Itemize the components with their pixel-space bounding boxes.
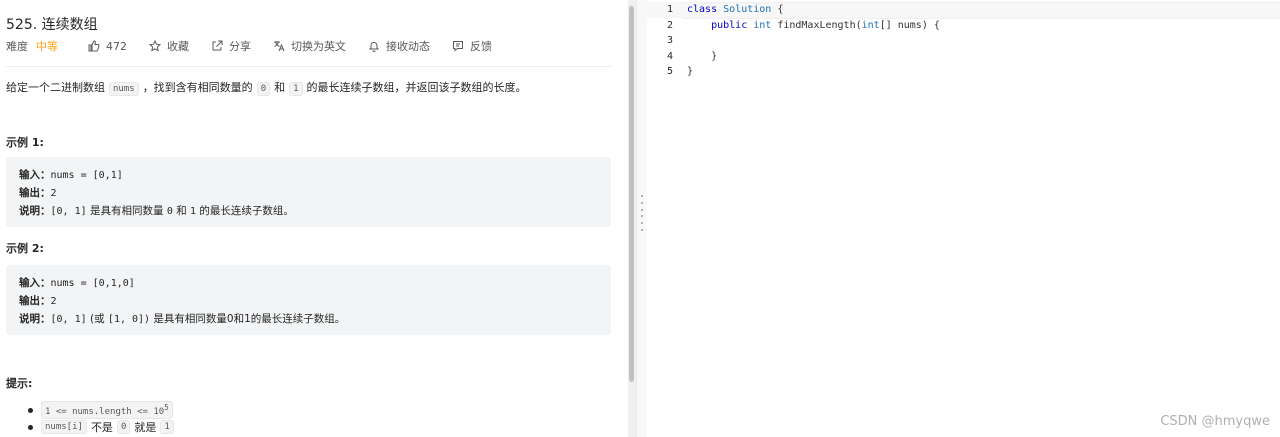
hint-text: 不是 [90, 421, 113, 434]
code-text: [] nums) { [879, 20, 940, 31]
hint-text: 就是 [134, 421, 157, 434]
description-scrollbar[interactable] [628, 0, 636, 437]
explain-code: [0, 1] [50, 206, 87, 217]
input-label: 输入： [19, 169, 51, 181]
type-name: int [753, 20, 772, 31]
example-2-block: 输入：nums = [0,1,0] 输出：2 说明：[0, 1] (或 [1, … [6, 265, 611, 335]
hint-superscript: 5 [164, 403, 169, 412]
star-icon [149, 40, 161, 52]
code-text: { [771, 4, 784, 15]
description-text: 给定一个二进制数组 [6, 81, 105, 94]
output-value: 2 [50, 188, 57, 199]
line-number: 5 [666, 66, 673, 77]
notify-label: 接收动态 [386, 40, 430, 53]
explain-code: [1, 0]) [107, 314, 151, 325]
output-label: 输出： [19, 187, 51, 199]
example-2-heading: 示例 2: [6, 242, 44, 255]
favorite-label: 收藏 [167, 40, 189, 53]
type-name: Solution [723, 4, 772, 15]
explain-text: 是具有相同数量0和1的最长连续子数组。 [153, 313, 346, 325]
explain-code: [0, 1] [50, 314, 87, 325]
explain-text: 和 [176, 205, 187, 217]
description-text: ，找到含有相同数量的 [142, 81, 253, 94]
code-line[interactable]: } [687, 51, 717, 62]
inline-code: nums[i] [41, 420, 87, 434]
inline-code: 1 [160, 420, 174, 434]
keyword: class [687, 4, 718, 15]
inline-code: 1 [289, 82, 303, 96]
code-line[interactable]: public int findMaxLength(int[] nums) { [687, 20, 940, 31]
keyword: public [711, 20, 748, 31]
input-label: 输入： [19, 277, 51, 289]
share-button[interactable]: 分享 [211, 38, 251, 54]
feedback-icon [453, 41, 463, 52]
example-1-block: 输入：nums = [0,1] 输出：2 说明：[0, 1] 是具有相同数量 0… [6, 157, 611, 227]
problem-description: 给定一个二进制数组 nums ，找到含有相同数量的 0 和 1 的最长连续子数组，并返回该子… [6, 79, 527, 96]
difficulty-value: 中等 [36, 40, 58, 53]
explain-label: 说明： [19, 205, 51, 217]
watermark: CSDN @hmyqwe [1160, 414, 1270, 429]
feedback-button[interactable]: 反馈 [452, 38, 492, 54]
example-1-heading: 示例 1: [6, 136, 44, 149]
hint-item-1: 1 <= nums.length <= 105 [28, 401, 177, 419]
header-divider [6, 66, 612, 67]
input-value: nums = [0,1,0] [50, 278, 135, 289]
notify-button[interactable]: 接收动态 [368, 38, 430, 54]
code-line[interactable]: class Solution { [687, 4, 783, 15]
type-name: int [861, 20, 880, 31]
favorite-button[interactable]: 收藏 [149, 38, 189, 54]
share-label: 分享 [229, 40, 251, 53]
code-editor-panel[interactable]: 1 2 3 4 5 class Solution { public int fi… [647, 0, 1280, 437]
problem-title: 525. 连续数组 [6, 17, 98, 33]
difficulty-label: 难度 [6, 40, 28, 53]
code-text: findMaxLength( [771, 20, 862, 31]
hint-item-2: nums[i] 不是 0 就是 1 [28, 419, 178, 435]
like-button[interactable]: 472 [88, 40, 127, 53]
input-value: nums = [0,1] [50, 170, 123, 181]
line-number: 3 [666, 35, 673, 46]
description-text: 的最长连续子数组，并返回该子数组的长度。 [306, 81, 527, 94]
problem-meta-bar: 难度 中等 472 收藏 分享 切换为英文 接收动态 反馈 [6, 38, 514, 54]
problem-description-panel: 525. 连续数组 难度 中等 472 收藏 分享 切换为英文 接收动态 反馈 [0, 0, 628, 437]
output-value: 2 [50, 296, 57, 307]
share-icon [212, 40, 223, 51]
feedback-label: 反馈 [470, 40, 492, 53]
drag-grip-icon [641, 195, 643, 231]
like-count: 472 [106, 39, 127, 53]
inline-code: nums [109, 82, 139, 96]
description-text: 和 [274, 81, 286, 94]
hints-heading: 提示: [6, 377, 33, 390]
translate-button[interactable]: 切换为英文 [273, 38, 346, 54]
explain-code: 0 [166, 206, 173, 217]
bullet [28, 407, 33, 413]
explain-text: 是具有相同数量 [89, 205, 164, 217]
line-number: 2 [666, 20, 673, 31]
line-number: 1 [666, 4, 673, 15]
inline-code: 1 <= nums.length <= 105 [41, 401, 173, 419]
scrollbar-thumb[interactable] [629, 6, 634, 382]
translate-label: 切换为英文 [291, 40, 346, 53]
hint-code: 1 <= nums.length <= 10 [45, 407, 165, 417]
explain-text: (或 [89, 313, 105, 325]
explain-text: 的最长连续子数组。 [199, 205, 294, 217]
explain-code: 1 [190, 206, 197, 217]
inline-code: 0 [116, 420, 131, 434]
output-label: 输出： [19, 295, 51, 307]
inline-code: 0 [256, 82, 271, 96]
bell-icon [368, 42, 380, 52]
explain-label: 说明： [19, 313, 51, 325]
code-line[interactable]: } [687, 66, 693, 77]
thumbs-up-icon [88, 40, 100, 52]
code-editor[interactable]: 1 2 3 4 5 class Solution { public int fi… [647, 0, 1280, 437]
translate-icon [274, 41, 285, 52]
line-number: 4 [666, 51, 673, 62]
bullet [28, 424, 33, 430]
